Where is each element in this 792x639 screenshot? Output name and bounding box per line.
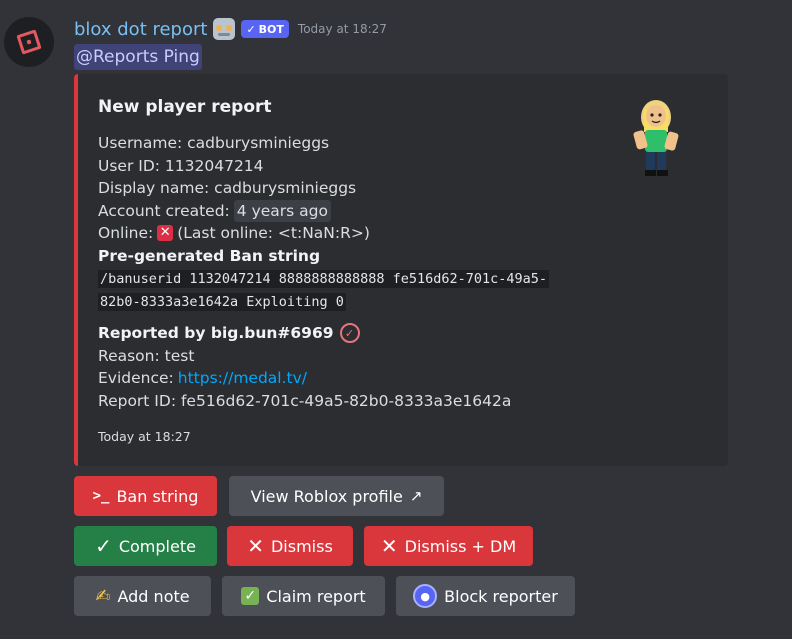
ban-string-label: Ban string xyxy=(116,486,199,506)
online-label: Online: xyxy=(98,224,154,242)
role-mention[interactable]: @Reports Ping xyxy=(74,44,202,70)
report-embed: New player report Username: cadburysmini… xyxy=(74,74,728,466)
dismiss-label: Dismiss xyxy=(270,536,333,556)
verified-check-icon: ✓ xyxy=(246,22,256,36)
view-profile-label: View Roblox profile xyxy=(250,486,403,506)
embed-title: New player report xyxy=(98,97,272,117)
embed-footer-timestamp: Today at 18:27 xyxy=(98,429,191,444)
add-note-label: Add note xyxy=(117,586,190,606)
message-timestamp[interactable]: Today at 18:27 xyxy=(298,22,387,36)
evidence-link[interactable]: https://medal.tv/ xyxy=(178,367,307,390)
x-icon: ✕ xyxy=(380,534,398,558)
display-name-line: Display name: cadburysminieggs xyxy=(98,179,357,197)
evidence-line: Evidence: https://medal.tv/ xyxy=(98,367,618,390)
block-reporter-label: Block reporter xyxy=(444,586,558,606)
account-created-line: Account created: 4 years ago xyxy=(98,199,618,222)
bot-username[interactable]: blox dot report xyxy=(74,19,207,40)
robot-icon xyxy=(213,18,236,40)
bot-tag: ✓ BOT xyxy=(241,20,289,38)
ban-code-line-2: 82b0-8333a3e1642a Exploiting 0 xyxy=(98,293,346,311)
embed-body: Username: cadburysminieggs User ID: 1132… xyxy=(98,132,618,412)
external-link-icon: ↗ xyxy=(409,487,423,505)
reported-by-line: Reported by big.bun#6969 ✓ xyxy=(98,322,618,345)
bot-tag-label: BOT xyxy=(258,22,284,36)
ban-string-button[interactable]: >_ Ban string xyxy=(74,476,217,516)
ban-code-line-1: /banuserid 1132047214 8888888888888 fe51… xyxy=(98,270,550,288)
reason-line: Reason: test xyxy=(98,346,195,365)
verified-badge-icon: ✓ xyxy=(339,323,360,344)
online-status: (Last online: <t:NaN:R>) xyxy=(177,224,370,242)
cross-mark-icon: ✕ xyxy=(157,225,174,242)
complete-button[interactable]: ✓ Complete xyxy=(74,526,217,566)
username-line: Username: cadburysminieggs xyxy=(98,134,330,152)
roblox-logo-icon xyxy=(16,29,42,55)
account-created-label: Account created: xyxy=(98,201,230,220)
account-created-value[interactable]: 4 years ago xyxy=(233,199,331,222)
green-check-icon: ✓ xyxy=(241,587,260,605)
terminal-prompt-icon: >_ xyxy=(92,488,110,504)
ban-string-field-title: Pre-generated Ban string xyxy=(98,246,321,265)
add-note-button[interactable]: ✍ Add note xyxy=(74,576,211,616)
evidence-label: Evidence: xyxy=(98,369,174,387)
dismiss-button[interactable]: ✕ Dismiss xyxy=(227,526,353,566)
online-line: Online: ✕ (Last online: <t:NaN:R>) xyxy=(98,222,618,245)
report-id-line: Report ID: fe516d62-701c-49a5-82b0-8333a… xyxy=(98,391,512,410)
view-roblox-profile-button[interactable]: View Roblox profile ↗ xyxy=(229,476,444,516)
claim-report-button[interactable]: ✓ Claim report xyxy=(222,576,385,616)
pencil-icon: ✍ xyxy=(95,585,111,607)
check-icon: ✓ xyxy=(95,534,112,558)
ban-string-code[interactable]: /banuserid 1132047214 8888888888888 fe51… xyxy=(98,268,558,314)
user-id-line: User ID: 1132047214 xyxy=(98,156,264,175)
avatar-thumbnail[interactable] xyxy=(630,96,682,178)
dismiss-dm-button[interactable]: ✕ Dismiss + DM xyxy=(364,526,533,566)
shield-icon: ● xyxy=(413,584,438,608)
message-header: blox dot report ✓ BOT Today at 18:27 xyxy=(74,14,387,44)
bot-avatar[interactable] xyxy=(4,17,54,67)
x-icon: ✕ xyxy=(247,534,264,558)
claim-report-label: Claim report xyxy=(266,586,366,606)
complete-label: Complete xyxy=(118,536,196,556)
dismiss-dm-label: Dismiss + DM xyxy=(404,536,517,556)
block-reporter-button[interactable]: ● Block reporter xyxy=(396,576,575,616)
reported-by-text: Reported by big.bun#6969 xyxy=(98,324,334,342)
